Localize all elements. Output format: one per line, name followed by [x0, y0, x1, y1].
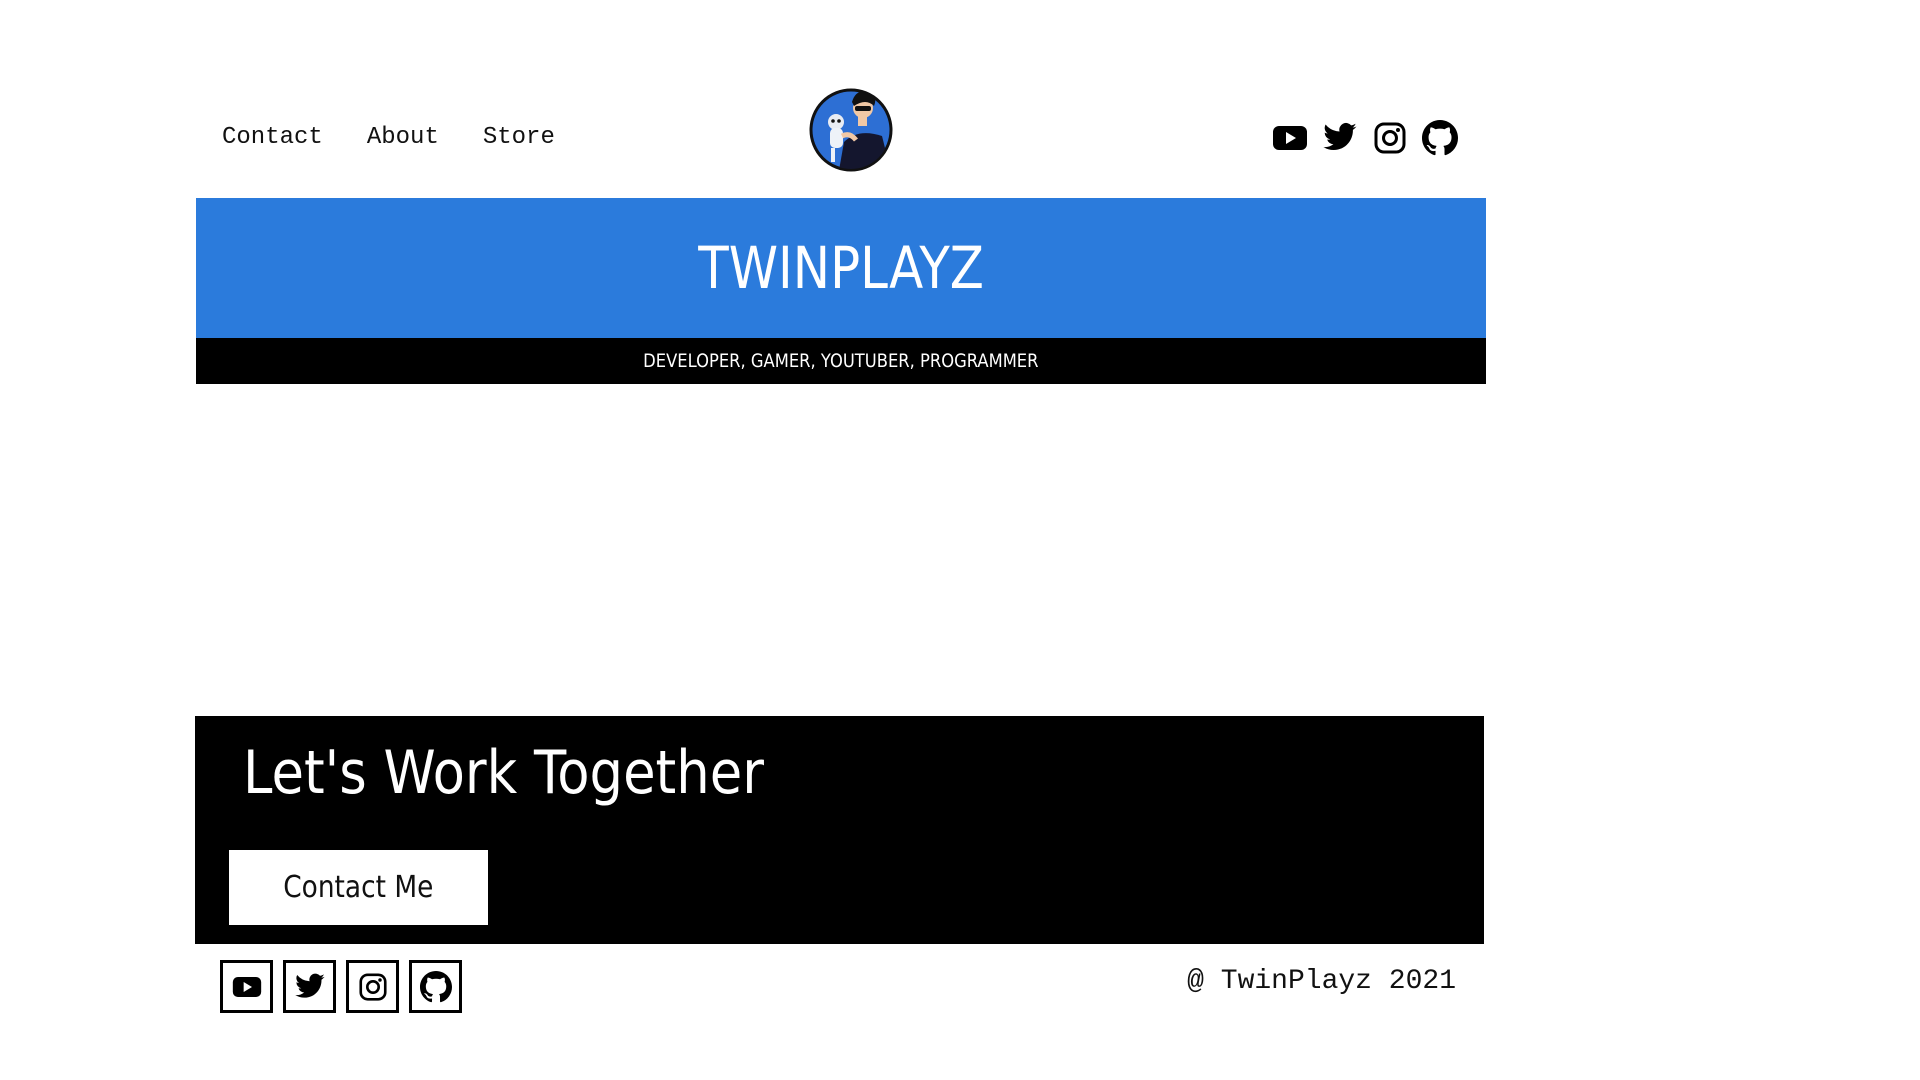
youtube-icon[interactable]	[220, 960, 273, 1013]
nav-link-about[interactable]: About	[367, 124, 439, 151]
twitter-icon[interactable]	[283, 960, 336, 1013]
nav-link-store[interactable]: Store	[483, 124, 555, 151]
avatar-logo[interactable]	[808, 84, 894, 176]
instagram-icon[interactable]	[1372, 120, 1408, 156]
github-icon[interactable]	[1422, 120, 1458, 156]
nav-link-contact[interactable]: Contact	[222, 124, 323, 151]
twitter-icon[interactable]	[1322, 120, 1358, 156]
copyright-text: @ TwinPlayz 2021	[1187, 966, 1456, 997]
tagline-bar: DEVELOPER, GAMER, YOUTUBER, PROGRAMMER	[196, 338, 1486, 384]
github-icon[interactable]	[409, 960, 462, 1013]
hero-banner: TWINPLAYZ	[196, 198, 1486, 338]
nav-links: Contact About Store	[222, 124, 555, 151]
contact-me-label: Contact Me	[283, 870, 434, 905]
contact-me-button[interactable]: Contact Me	[229, 850, 488, 925]
hero-title: TWINPLAYZ	[698, 234, 984, 302]
cta-section: Let's Work Together Contact Me	[195, 716, 1484, 944]
youtube-icon[interactable]	[1272, 120, 1308, 156]
social-links-footer	[220, 960, 462, 1013]
instagram-icon[interactable]	[346, 960, 399, 1013]
tagline: DEVELOPER, GAMER, YOUTUBER, PROGRAMMER	[643, 350, 1039, 372]
cta-title: Let's Work Together	[243, 738, 764, 808]
top-nav: Contact About Store	[196, 84, 1484, 196]
avatar-icon	[809, 88, 893, 172]
social-links-header	[1272, 120, 1458, 156]
